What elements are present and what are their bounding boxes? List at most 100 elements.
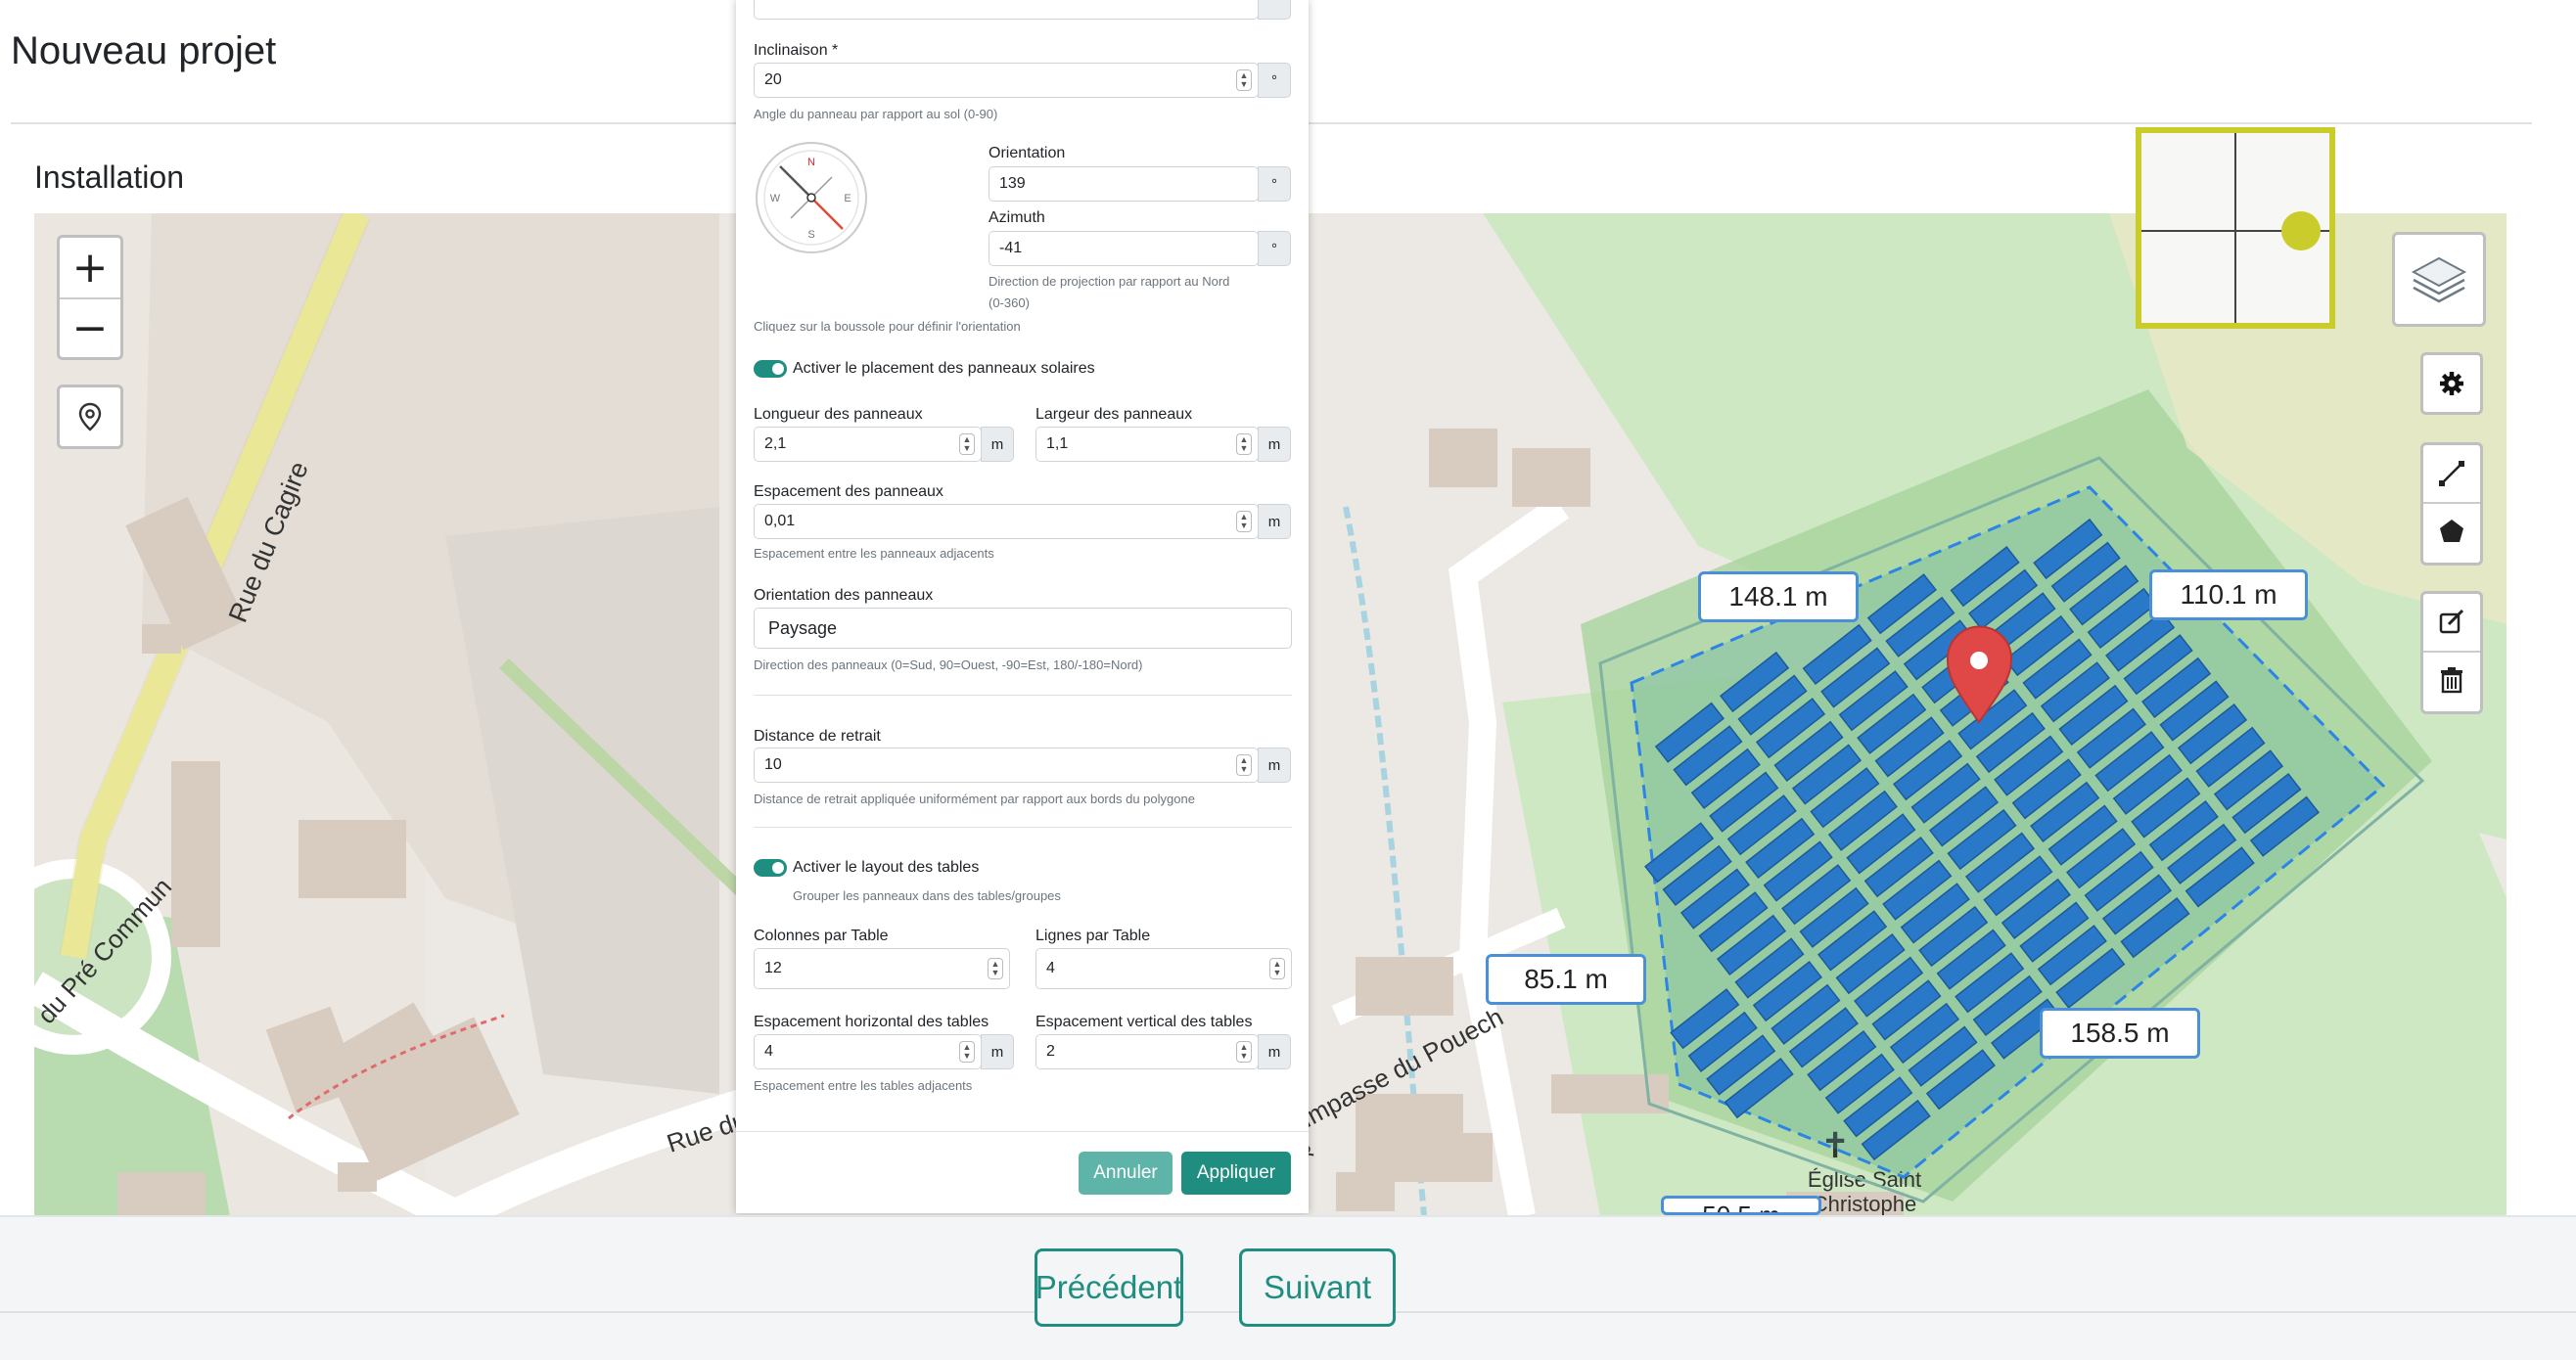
longueur-label: Longueur des panneaux — [754, 406, 923, 423]
azimuth-label: Azimuth — [989, 209, 1045, 226]
zoom-out-button[interactable]: − — [60, 297, 120, 357]
longueur-stepper[interactable]: ▲ ▼ — [959, 433, 975, 455]
orientation-input[interactable]: 139 — [989, 166, 1259, 202]
esp-v-label: Espacement vertical des tables — [1035, 1014, 1253, 1030]
footer-divider — [736, 1131, 1309, 1132]
retrait-stepper[interactable]: ▲ ▼ — [1236, 754, 1252, 776]
colonnes-label: Colonnes par Table — [754, 928, 889, 944]
page-title: Nouveau projet — [11, 29, 277, 72]
orientation-unit: ° — [1258, 166, 1291, 202]
longueur-value: 2,1 — [764, 435, 787, 452]
section-title: Installation — [34, 159, 184, 195]
edit-toolbar — [2420, 591, 2483, 714]
layout-help: Grouper les panneaux dans des tables/gro… — [793, 888, 1061, 903]
compass-icon[interactable]: N E S W — [754, 140, 869, 255]
inclinaison-label: Inclinaison * — [754, 42, 839, 59]
orientation-value: 139 — [999, 175, 1026, 192]
minimap-canvas — [2141, 133, 2329, 323]
zoom-control: + − — [57, 235, 123, 360]
esp-v-unit: m — [1258, 1034, 1291, 1069]
colonnes-stepper[interactable]: ▲ ▼ — [988, 958, 1003, 979]
largeur-label: Largeur des panneaux — [1035, 406, 1193, 423]
placement-toggle-label: Activer le placement des panneaux solair… — [793, 360, 1095, 377]
previous-field-unit — [1258, 0, 1291, 20]
measurement-label: 50.5 m — [1661, 1196, 1821, 1215]
inclinaison-value: 20 — [764, 71, 782, 88]
azimuth-unit: ° — [1258, 231, 1291, 266]
esp-h-input[interactable]: 4 ▲ ▼ — [754, 1034, 982, 1069]
inclinaison-stepper[interactable]: ▲ ▼ — [1236, 69, 1252, 91]
espacement-help: Espacement entre les panneaux adjacents — [754, 546, 994, 561]
polyline-icon — [2439, 461, 2464, 486]
svg-text:N: N — [807, 157, 815, 168]
retrait-label: Distance de retrait — [754, 728, 881, 745]
largeur-unit: m — [1258, 427, 1291, 462]
largeur-stepper[interactable]: ▲ ▼ — [1236, 433, 1252, 455]
esp-tables-help: Espacement entre les tables adjacents — [754, 1078, 973, 1093]
lignes-value: 4 — [1046, 960, 1055, 976]
section-divider — [754, 695, 1292, 696]
layers-icon — [2411, 256, 2467, 302]
espacement-value: 0,01 — [764, 513, 796, 529]
measurement-label: 148.1 m — [1698, 571, 1859, 622]
retrait-input[interactable]: 10 ▲ ▼ — [754, 748, 1259, 783]
zoom-in-button[interactable]: + — [60, 238, 120, 297]
largeur-value: 1,1 — [1046, 435, 1069, 452]
settings-button[interactable] — [2423, 355, 2480, 412]
azimuth-input[interactable]: -41 — [989, 231, 1259, 266]
layers-control[interactable] — [2392, 232, 2486, 327]
previous-field-input[interactable] — [754, 0, 1259, 20]
edit-icon — [2439, 609, 2464, 634]
gear-icon — [2440, 372, 2463, 395]
previous-button[interactable]: Précédent — [1035, 1248, 1183, 1327]
esp-h-value: 4 — [764, 1043, 773, 1060]
placement-toggle[interactable] — [754, 360, 787, 378]
esp-h-unit: m — [981, 1034, 1014, 1069]
polygon-icon — [2440, 520, 2463, 542]
cancel-button[interactable]: Annuler — [1079, 1152, 1173, 1195]
esp-v-stepper[interactable]: ▲ ▼ — [1236, 1041, 1252, 1063]
azimuth-value: -41 — [999, 240, 1023, 256]
trash-icon — [2441, 667, 2462, 694]
orientation-panneaux-value: Paysage — [768, 617, 838, 638]
minimap[interactable] — [2136, 127, 2335, 329]
church-label: Christophe — [1813, 1192, 1916, 1216]
esp-h-label: Espacement horizontal des tables — [754, 1014, 989, 1030]
inclinaison-help: Angle du panneau par rapport au sol (0-9… — [754, 107, 998, 121]
orientation-panneaux-label: Orientation des panneaux — [754, 587, 934, 604]
espacement-unit: m — [1258, 504, 1291, 539]
esp-h-stepper[interactable]: ▲ ▼ — [959, 1041, 975, 1063]
inclinaison-input[interactable]: 20 ▲ ▼ — [754, 63, 1259, 98]
draw-polyline-button[interactable] — [2423, 445, 2480, 502]
measurement-label: 110.1 m — [2149, 569, 2308, 620]
lignes-label: Lignes par Table — [1035, 928, 1151, 944]
colonnes-value: 12 — [764, 960, 782, 976]
espacement-label: Espacement des panneaux — [754, 483, 943, 500]
locate-button[interactable] — [57, 385, 123, 449]
draw-toolbar — [2420, 442, 2483, 566]
longueur-input[interactable]: 2,1 ▲ ▼ — [754, 427, 982, 462]
apply-button[interactable]: Appliquer — [1181, 1152, 1291, 1195]
largeur-input[interactable]: 1,1 ▲ ▼ — [1035, 427, 1259, 462]
esp-v-input[interactable]: 2 ▲ ▼ — [1035, 1034, 1259, 1069]
next-button[interactable]: Suivant — [1239, 1248, 1396, 1327]
layout-toggle[interactable] — [754, 859, 787, 877]
settings-control[interactable] — [2420, 352, 2483, 415]
espacement-input[interactable]: 0,01 ▲ ▼ — [754, 504, 1259, 539]
azimuth-help: Direction de projection par rapport au N… — [989, 274, 1230, 289]
azimuth-help-range: (0-360) — [989, 295, 1030, 310]
lignes-stepper[interactable]: ▲ ▼ — [1269, 958, 1285, 979]
colonnes-input[interactable]: 12 ▲ ▼ — [754, 948, 1010, 989]
draw-polygon-button[interactable] — [2423, 502, 2480, 559]
svg-text:S: S — [807, 229, 814, 241]
edit-layers-button[interactable] — [2423, 594, 2480, 651]
measurement-label: 158.5 m — [2040, 1008, 2200, 1059]
svg-text:E: E — [844, 193, 851, 204]
espacement-stepper[interactable]: ▲ ▼ — [1236, 511, 1252, 532]
layout-toggle-label: Activer le layout des tables — [793, 859, 980, 876]
retrait-value: 10 — [764, 756, 782, 773]
panel-settings-form: Inclinaison * 20 ▲ ▼ ° Angle du panneau p… — [736, 0, 1309, 1213]
orientation-panneaux-select[interactable]: Paysage — [754, 608, 1292, 649]
delete-layers-button[interactable] — [2423, 651, 2480, 707]
lignes-input[interactable]: 4 ▲ ▼ — [1035, 948, 1292, 989]
